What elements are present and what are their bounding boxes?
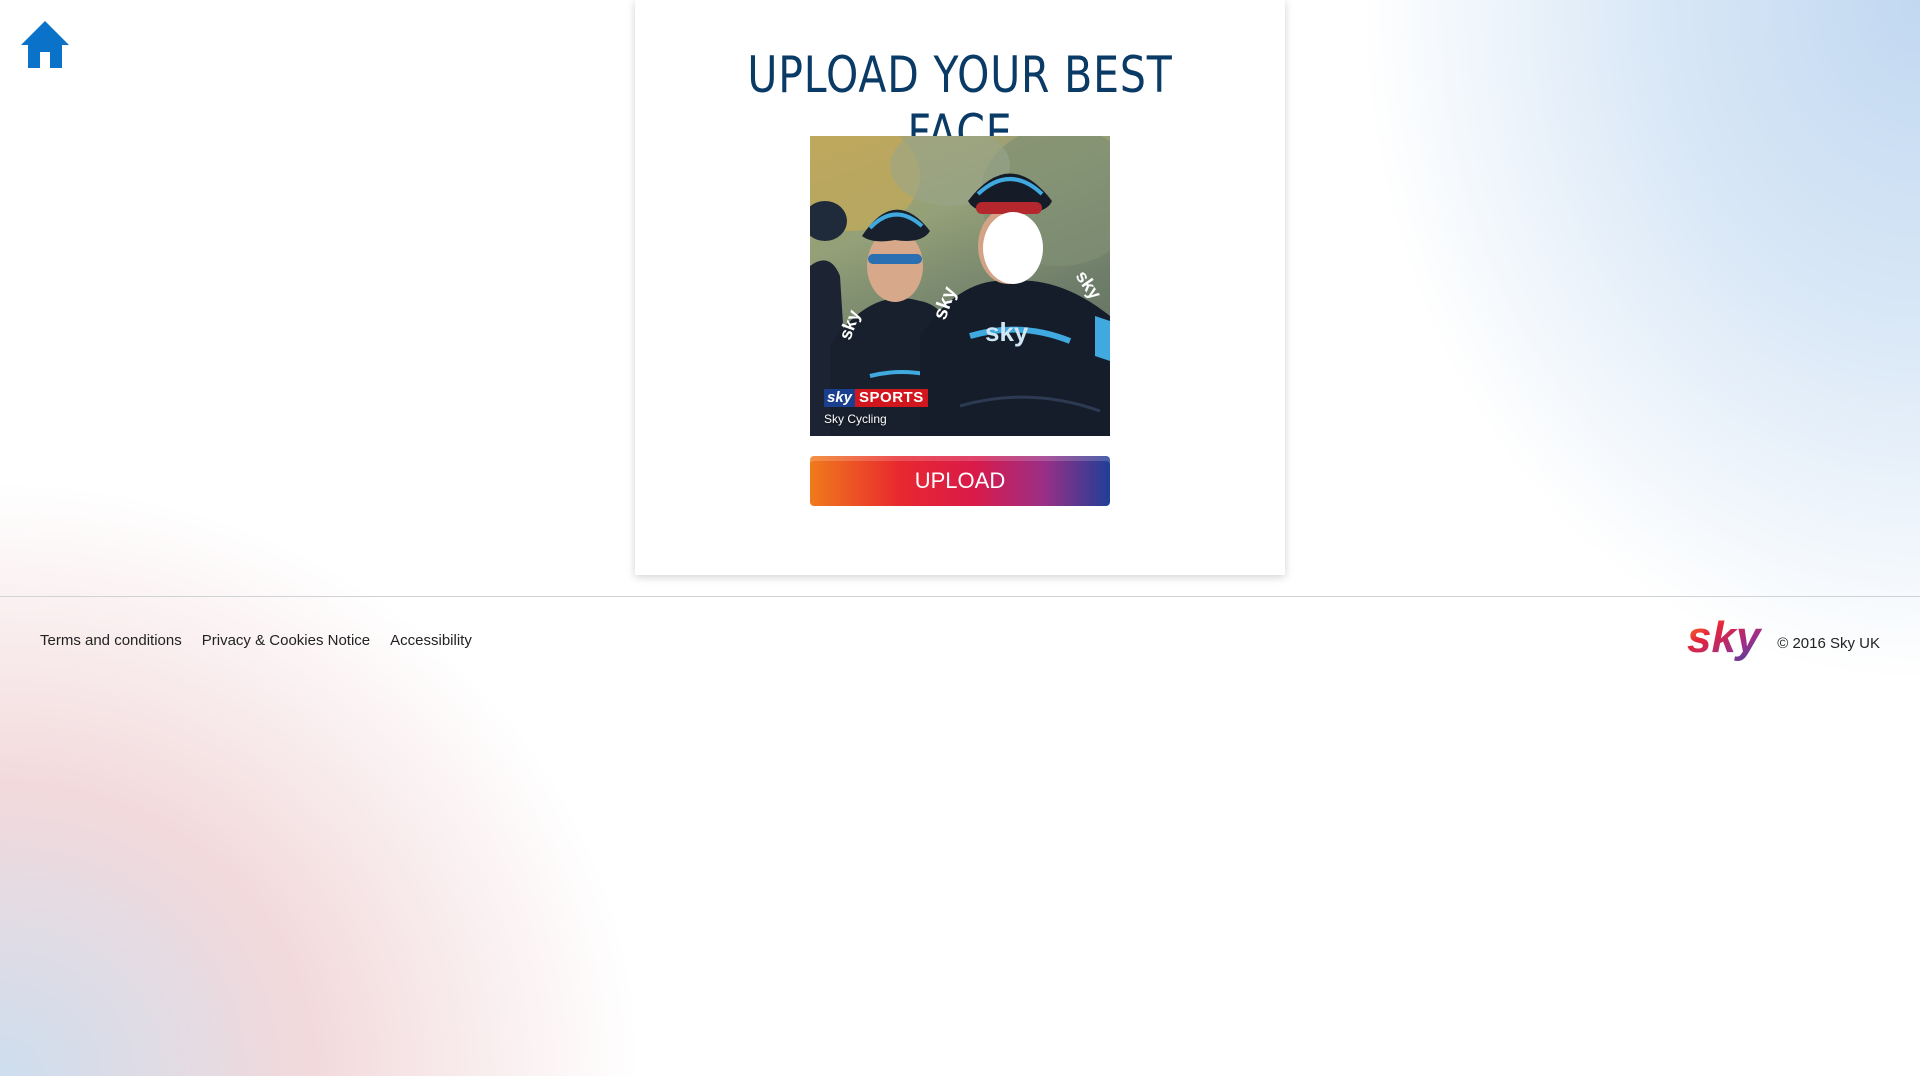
photo-caption: Sky Cycling [824,412,887,426]
face-in-hole-photo: sky sky sky sky sky SPORTS Sky Cycling [810,136,1110,436]
upload-card: UPLOAD YOUR BEST FACE sky sky sky sky sk… [635,0,1285,575]
footer-brand: sky © 2016 Sky UK [1687,614,1880,666]
badge-sports-text: SPORTS [855,389,928,407]
sky-logo-text: sky [1687,614,1763,662]
badge-sky-text: sky [824,389,856,407]
svg-text:sky: sky [985,317,1029,347]
privacy-link[interactable]: Privacy & Cookies Notice [202,632,370,649]
footer-links: Terms and conditions Privacy & Cookies N… [40,632,472,649]
sky-logo: sky [1687,614,1763,662]
copyright-text: © 2016 Sky UK [1777,634,1880,652]
sky-sports-badge: sky SPORTS [824,389,928,407]
accessibility-link[interactable]: Accessibility [390,632,472,649]
terms-link[interactable]: Terms and conditions [40,632,182,649]
home-icon [21,21,69,68]
home-button[interactable] [18,18,72,72]
footer-divider [0,596,1920,597]
upload-button[interactable]: UPLOAD [810,456,1110,506]
